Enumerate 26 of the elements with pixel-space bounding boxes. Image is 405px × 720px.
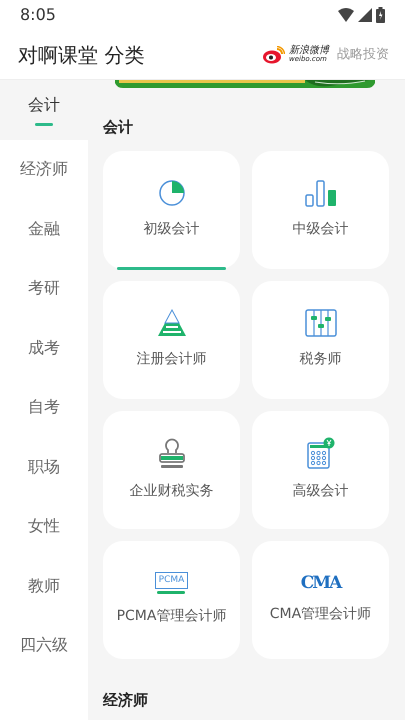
category-card[interactable]: PCMA PCMA管理会计师 [103, 540, 240, 658]
sidebar-item[interactable]: 会计 [0, 80, 88, 140]
signal-icon [358, 8, 372, 22]
section-title: 会计 [103, 117, 134, 138]
category-card[interactable]: 企业财税实务 [103, 410, 240, 528]
page-title: 对啊课堂 分类 [18, 42, 144, 68]
partner-label: 战略投资 [337, 46, 389, 64]
stamp-icon [156, 437, 186, 469]
bar-chart-icon [304, 179, 336, 207]
battery-icon [376, 7, 385, 23]
pie-chart-icon [158, 179, 186, 207]
pyramid-icon [156, 309, 186, 337]
wifi-icon [338, 8, 354, 22]
calculator-icon [306, 437, 334, 469]
abacus-icon [304, 309, 336, 337]
category-card[interactable]: 税务师 [252, 280, 389, 398]
logo-icon: CMA [300, 574, 340, 592]
category-card[interactable]: 注册会计师 [103, 280, 240, 398]
status-time: 8:05 [20, 4, 56, 26]
eye-logo-icon [263, 46, 285, 64]
category-card[interactable]: 初级会计 [103, 150, 240, 268]
logo-text: 新浪微博 [289, 46, 329, 56]
section-title: 经济师 [103, 690, 149, 710]
category-card[interactable]: CMA CMA管理会计师 [252, 540, 389, 658]
category-card[interactable]: 中级会计 [252, 150, 389, 268]
category-card[interactable]: 高级会计 [252, 410, 389, 528]
